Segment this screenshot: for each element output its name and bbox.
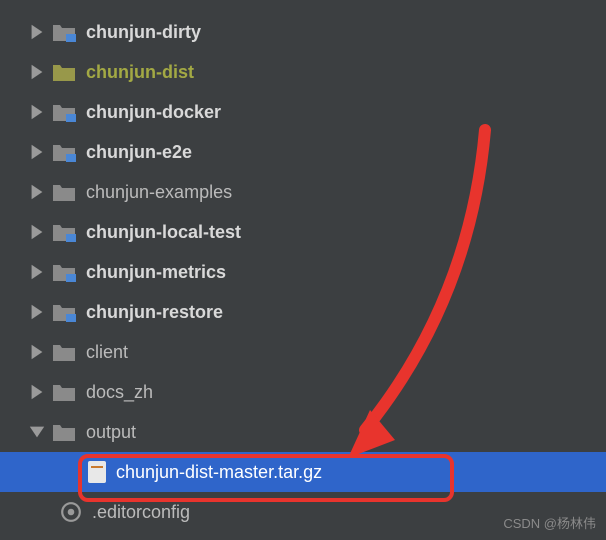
tree-item-label: client: [86, 342, 128, 363]
tree-item-chunjun-local-test[interactable]: chunjun-local-test: [0, 212, 606, 252]
tree-item-chunjun-e2e[interactable]: chunjun-e2e: [0, 132, 606, 172]
tree-item-label: chunjun-examples: [86, 182, 232, 203]
tree-item-chunjun-metrics[interactable]: chunjun-metrics: [0, 252, 606, 292]
folder-icon: [52, 422, 76, 442]
tree-item-chunjun-dist[interactable]: chunjun-dist: [0, 52, 606, 92]
module-folder-icon: [52, 222, 76, 242]
chevron-right-icon: [28, 183, 46, 201]
tree-item-chunjun-examples[interactable]: chunjun-examples: [0, 172, 606, 212]
tree-item-chunjun-docker[interactable]: chunjun-docker: [0, 92, 606, 132]
tree-item-label: chunjun-local-test: [86, 222, 241, 243]
tree-item-label: .editorconfig: [92, 502, 190, 523]
tree-item-label: docs_zh: [86, 382, 153, 403]
chevron-right-icon: [28, 103, 46, 121]
module-folder-icon: [52, 102, 76, 122]
chevron-right-icon: [28, 383, 46, 401]
folder-icon: [52, 382, 76, 402]
chevron-right-icon: [28, 303, 46, 321]
tree-item-label: chunjun-dist: [86, 62, 194, 83]
tree-item-chunjun-restore[interactable]: chunjun-restore: [0, 292, 606, 332]
tree-item-chunjun-dirty[interactable]: chunjun-dirty: [0, 12, 606, 52]
tree-item-label: chunjun-restore: [86, 302, 223, 323]
tree-item-client[interactable]: client: [0, 332, 606, 372]
archive-file-icon: [88, 461, 106, 483]
chevron-right-icon: [28, 23, 46, 41]
tree-item-selected-file[interactable]: chunjun-dist-master.tar.gz: [0, 452, 606, 492]
tree-item-label: chunjun-e2e: [86, 142, 192, 163]
chevron-right-icon: [28, 263, 46, 281]
tree-item-docs-zh[interactable]: docs_zh: [0, 372, 606, 412]
module-folder-icon: [52, 22, 76, 42]
folder-icon: [52, 182, 76, 202]
tree-item-label: chunjun-dirty: [86, 22, 201, 43]
folder-icon: [52, 342, 76, 362]
dist-folder-icon: [52, 62, 76, 82]
chevron-right-icon: [28, 223, 46, 241]
gear-icon: [60, 501, 82, 523]
tree-item-label: chunjun-metrics: [86, 262, 226, 283]
module-folder-icon: [52, 262, 76, 282]
chevron-right-icon: [28, 143, 46, 161]
tree-item-label: output: [86, 422, 136, 443]
chevron-right-icon: [28, 343, 46, 361]
chevron-down-icon: [28, 423, 46, 441]
file-tree: chunjun-dirty chunjun-dist chunjun-docke…: [0, 0, 606, 532]
watermark: CSDN @杨林伟: [503, 513, 596, 532]
chevron-right-icon: [28, 63, 46, 81]
tree-item-output[interactable]: output: [0, 412, 606, 452]
module-folder-icon: [52, 142, 76, 162]
tree-item-label: chunjun-docker: [86, 102, 221, 123]
tree-item-label: chunjun-dist-master.tar.gz: [116, 462, 322, 483]
module-folder-icon: [52, 302, 76, 322]
